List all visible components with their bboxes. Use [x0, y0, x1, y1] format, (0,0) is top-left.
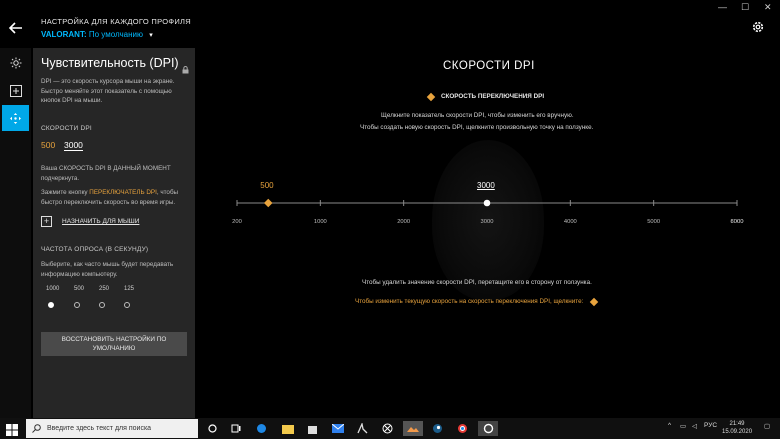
windows-logo-icon — [6, 424, 18, 436]
taskbar: Введите здесь текст для поиска ^ ▭ ◁ РУС… — [0, 418, 780, 439]
edge-icon[interactable] — [254, 421, 269, 436]
xbox-icon[interactable] — [380, 421, 395, 436]
photos-app-icon[interactable] — [403, 421, 423, 436]
language-indicator[interactable]: РУС — [704, 422, 717, 429]
task-view-icon[interactable] — [228, 421, 243, 436]
store-icon[interactable] — [305, 421, 320, 436]
clock-time: 21:49 — [729, 421, 745, 427]
taskbar-search-box[interactable]: Введите здесь текст для поиска — [26, 419, 198, 438]
dpi-slider[interactable] — [0, 0, 780, 439]
cortana-icon[interactable] — [205, 421, 220, 436]
dpi-shift-value[interactable]: 500 — [260, 181, 273, 190]
hint-delete: Чтобы удалить значение скорости DPI, пер… — [362, 279, 592, 286]
dpi-current-value[interactable]: 3000 — [477, 181, 495, 190]
network-icon[interactable]: ▭ — [680, 422, 686, 430]
slider-tick-label: 3000 — [480, 219, 494, 225]
clock-date: 15.09.2020 — [722, 429, 753, 435]
slider-tick-label: 200 — [232, 219, 242, 225]
volume-icon[interactable]: ◁ — [692, 422, 697, 430]
chrome-icon[interactable] — [455, 421, 470, 436]
tray-arrow-icon[interactable]: ^ — [668, 422, 671, 429]
slider-tick-label: 4000 — [563, 219, 577, 225]
file-explorer-icon[interactable] — [280, 421, 295, 436]
mail-icon[interactable] — [330, 421, 345, 436]
windows-start-button[interactable] — [6, 423, 18, 436]
hint-switch-text: Чтобы изменить текущую скорость на скоро… — [355, 298, 584, 305]
slider-tick-label: 1000 — [313, 219, 327, 225]
slider-tick-label: 5000 — [647, 219, 661, 225]
slider-tick-label: 8000 — [730, 219, 744, 225]
notifications-icon[interactable]: ▢ — [764, 422, 770, 430]
search-placeholder: Введите здесь текст для поиска — [47, 425, 152, 432]
slider-tick-label: 2000 — [397, 219, 411, 225]
diamond-icon[interactable] — [590, 297, 599, 306]
clock[interactable]: 21:49 15.09.2020 — [722, 420, 752, 436]
hint-switch: Чтобы изменить текущую скорость на скоро… — [355, 297, 599, 306]
search-icon — [32, 424, 41, 433]
dpi-current-marker[interactable] — [483, 199, 491, 207]
dpi-shift-marker[interactable] — [264, 198, 273, 208]
app-icon[interactable] — [355, 421, 370, 436]
steam-icon[interactable] — [430, 421, 445, 436]
logitech-ghub-icon[interactable] — [478, 421, 498, 436]
